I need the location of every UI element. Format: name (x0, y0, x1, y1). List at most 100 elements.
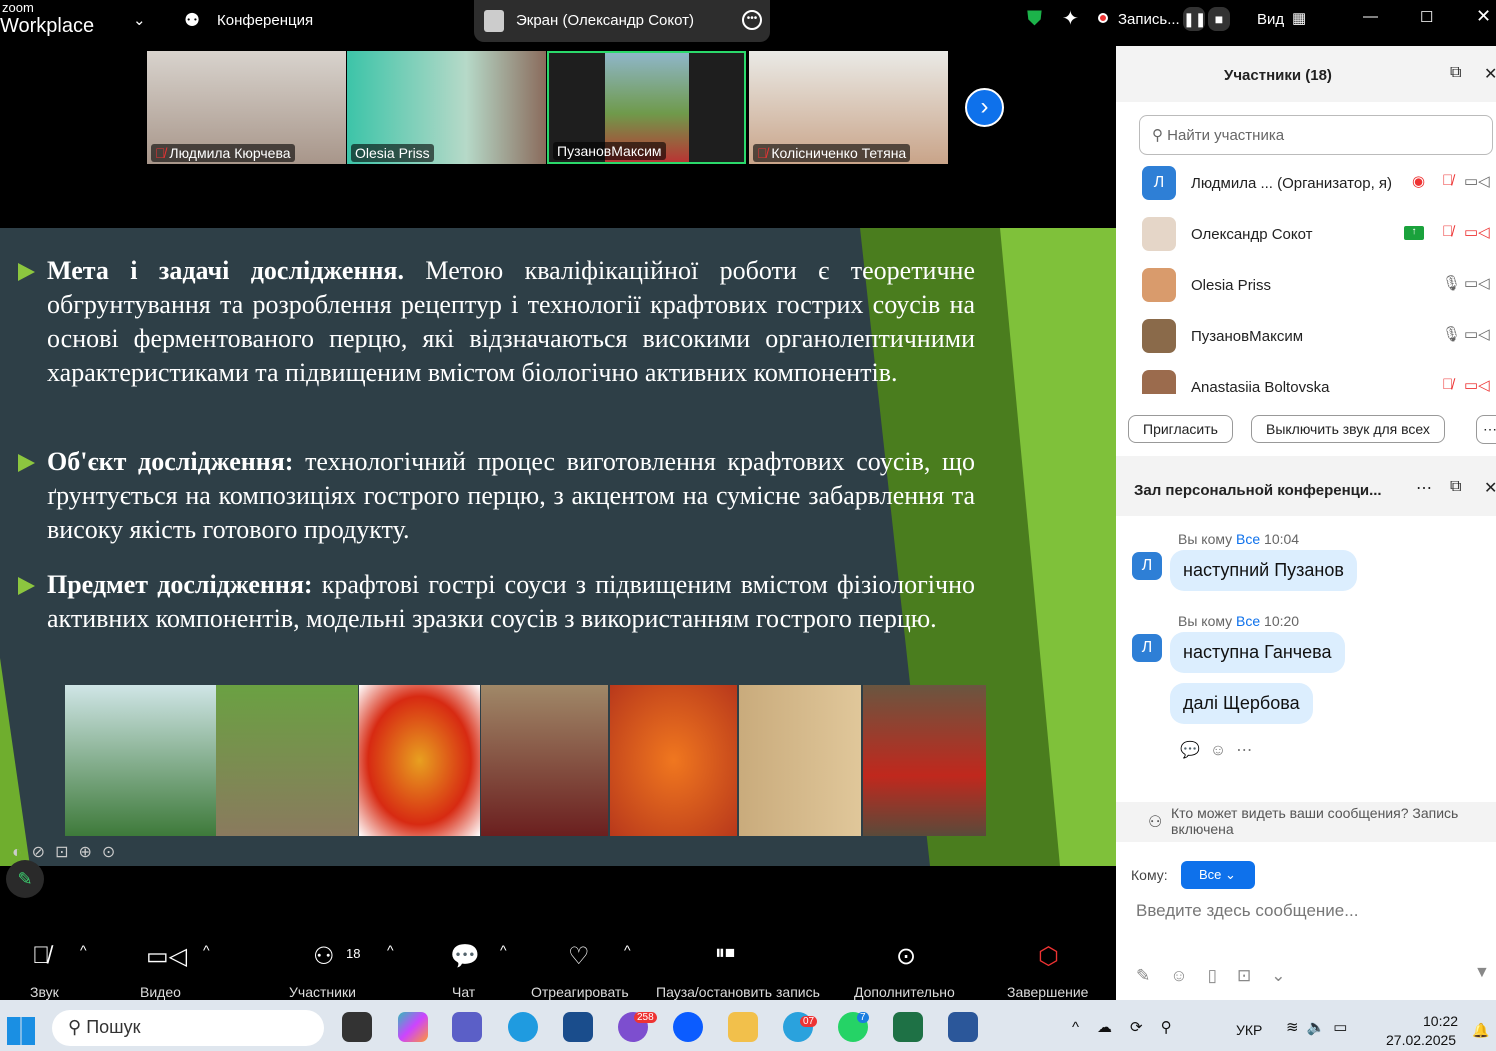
clock-time[interactable]: 10:22 (1423, 1013, 1458, 1029)
audio-button[interactable]: Звук (30, 984, 59, 1000)
meeting-label[interactable]: Конференция (217, 12, 313, 29)
chevron-up-icon[interactable]: ^ (500, 942, 507, 958)
popout-icon[interactable]: ⧉ (1450, 478, 1461, 496)
system-tray-icons[interactable]: ^☁⟳⚲ (1072, 1018, 1190, 1036)
participant-row[interactable]: Л Людмила ... (Организатор, я) ◉ 🎙̸ ▭◁ (1142, 164, 1492, 204)
visibility-notice[interactable]: Кто может видеть ваши сообщения? Запись … (1171, 805, 1491, 837)
video-off-icon[interactable]: ▭◁ (1464, 223, 1490, 241)
participant-row[interactable]: Олександр Сокот ↑ 🎙̸ ▭◁ (1142, 215, 1492, 255)
edge-icon[interactable] (508, 1012, 538, 1042)
video-button[interactable]: Видео (140, 984, 181, 1000)
mic-icon[interactable]: 🎙 (1442, 325, 1461, 343)
file-explorer-icon[interactable] (728, 1012, 758, 1042)
store-icon[interactable] (563, 1012, 593, 1042)
excel-icon[interactable] (893, 1012, 923, 1042)
maximize-button[interactable]: ☐ (1420, 8, 1433, 26)
clock-date[interactable]: 27.02.2025 (1386, 1032, 1456, 1048)
minimize-button[interactable]: — (1363, 8, 1378, 25)
video-off-icon[interactable]: ▭◁ (1464, 376, 1490, 394)
viber-badge: 258 (634, 1012, 657, 1023)
peppers-photo (359, 685, 480, 836)
react-button[interactable]: Отреагировать (531, 984, 629, 1000)
pause-record-button[interactable]: ❚❚ (1183, 7, 1206, 31)
message-actions[interactable]: 💬☺⋯ (1180, 740, 1262, 760)
video-thumbnail-active[interactable]: ПузановМаксим (547, 51, 746, 164)
language-indicator[interactable]: УКР (1236, 1022, 1262, 1038)
more-icon[interactable]: ⊙ (896, 942, 916, 971)
participant-row[interactable]: ПузановМаксим 🎙 ▭◁ (1142, 317, 1492, 357)
chat-message[interactable]: далі Щербова (1170, 683, 1313, 724)
participant-name: Олександр Сокот (1191, 226, 1313, 243)
chat-more-icon[interactable]: ⋯ (1416, 478, 1432, 498)
avatar: Л (1132, 634, 1162, 662)
video-icon[interactable]: ▭◁ (146, 942, 187, 971)
popout-icon[interactable]: ⧉ (1450, 64, 1461, 82)
view-button[interactable]: Вид (1257, 11, 1284, 28)
participant-row[interactable]: Olesia Priss 🎙 ▭◁ (1142, 266, 1492, 306)
word-icon[interactable] (948, 1012, 978, 1042)
mic-muted-icon[interactable]: 🎙̸ (1442, 223, 1453, 240)
zoom-icon[interactable] (673, 1012, 703, 1042)
chat-button[interactable]: Чат (452, 984, 475, 1000)
close-icon[interactable]: ✕ (1484, 478, 1496, 498)
annotate-pen-icon[interactable]: ✎ (6, 860, 44, 898)
next-page-button[interactable]: › (965, 88, 1004, 127)
more-button[interactable]: Дополнительно (854, 984, 955, 1000)
mic-icon[interactable]: 🎙 (1442, 274, 1461, 292)
close-button[interactable]: ✕ (1476, 6, 1491, 27)
chevron-up-icon[interactable]: ^ (387, 942, 394, 958)
mic-muted-icon[interactable]: 🎙̸ (1442, 376, 1453, 393)
video-thumbnail[interactable]: Olesia Priss (347, 51, 546, 164)
send-icon[interactable]: ▼ (1474, 964, 1490, 982)
close-icon[interactable]: ✕ (1484, 64, 1496, 84)
recipient-select[interactable]: Все ⌄ (1181, 861, 1255, 889)
mic-muted-icon[interactable]: 🎙̸ (32, 942, 50, 970)
chat-icon[interactable]: 💬 (450, 942, 480, 971)
end-icon[interactable]: ⬡ (1038, 942, 1059, 971)
copilot-icon[interactable] (398, 1012, 428, 1042)
slide-controls[interactable]: ◐⊘⊡⊕⊙ (12, 842, 125, 862)
meeting-info-icon[interactable]: ⚉ (184, 10, 200, 31)
heart-icon[interactable]: ♡ (568, 942, 590, 971)
shield-icon[interactable]: ⛊ (1027, 8, 1042, 31)
more-button[interactable]: ⋯ (1476, 415, 1496, 444)
stop-record-button[interactable]: ■ (1208, 7, 1230, 31)
video-icon[interactable]: ▭◁ (1464, 325, 1490, 343)
chat-message[interactable]: наступний Пузанов (1170, 550, 1357, 591)
network-volume-battery-icons[interactable]: ≋🔈▭ (1286, 1018, 1355, 1036)
sauce-cooking-photo (610, 685, 737, 836)
end-button[interactable]: Завершение (1007, 984, 1088, 1000)
chevron-up-icon[interactable]: ^ (624, 942, 631, 958)
invite-button[interactable]: Пригласить (1128, 415, 1233, 443)
chevron-down-icon[interactable]: ⌄ (133, 11, 146, 29)
chat-tools[interactable]: ✎☺▯⊡⌄ (1136, 966, 1305, 986)
participant-search-input[interactable]: ⚲ Найти участника (1139, 115, 1493, 155)
more-icon[interactable]: ••• (742, 10, 762, 30)
teams-icon[interactable] (452, 1012, 482, 1042)
task-view-icon[interactable] (342, 1012, 372, 1042)
video-icon[interactable]: ▭◁ (1464, 172, 1490, 190)
participants-button[interactable]: Участники (289, 984, 356, 1000)
video-icon[interactable]: ▭◁ (1464, 274, 1490, 292)
grid-icon[interactable]: ▦ (1292, 9, 1306, 27)
share-banner[interactable]: Экран (Олександр Сокот) ••• (474, 0, 770, 42)
fermentation-photo (481, 685, 608, 836)
pause-stop-record-icon[interactable]: ⏸⏹ (715, 942, 735, 965)
chevron-up-icon[interactable]: ^ (203, 942, 210, 958)
mic-muted-icon[interactable]: 🎙̸ (1442, 172, 1453, 189)
chevron-up-icon[interactable]: ^ (80, 942, 87, 958)
participants-icon[interactable]: ⚇ (313, 942, 335, 971)
chat-message[interactable]: наступна Ганчева (1170, 632, 1345, 673)
pepper-plant-photo (216, 685, 358, 836)
ai-sparkle-icon[interactable]: ✦ (1062, 6, 1079, 31)
notifications-icon[interactable]: 🔔 (1472, 1022, 1489, 1039)
video-thumbnail[interactable]: 🎙̸ Колісниченко Тетяна (749, 51, 948, 164)
start-button[interactable] (7, 1017, 35, 1045)
video-thumbnail[interactable]: 🎙̸ Людмила Кюрчева (147, 51, 346, 164)
search-box[interactable]: ⚲ Пошук (52, 1010, 324, 1046)
mute-all-button[interactable]: Выключить звук для всех (1251, 415, 1445, 443)
goal-paragraph: Мета і задачі дослідження. Метою кваліфі… (47, 256, 975, 387)
record-button[interactable]: Пауза/остановить запись (656, 984, 820, 1000)
message-input[interactable]: Введите здесь сообщение... (1136, 901, 1358, 921)
participant-row[interactable]: Anastasiia Boltovska 🎙̸ ▭◁ (1142, 368, 1492, 394)
